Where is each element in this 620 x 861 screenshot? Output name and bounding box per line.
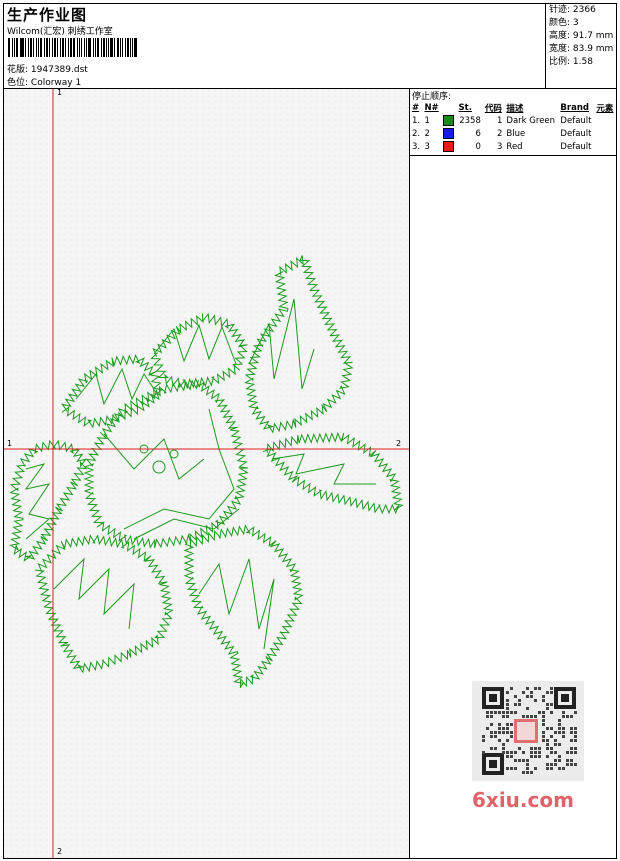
row-element xyxy=(594,127,616,140)
studio-subtitle: Wilcom(汇宏) 刺绣工作室 xyxy=(7,27,113,37)
mark-left: 1 xyxy=(7,439,13,448)
stat-colors: 颜色: 3 xyxy=(549,18,579,28)
colorway: 色位: Colorway 1 xyxy=(7,75,81,88)
table-row[interactable]: 2. 2 6 2 Blue Default xyxy=(410,127,616,140)
row-description: Dark Green xyxy=(506,115,556,126)
col-code: 代码 xyxy=(484,103,502,114)
row-code: 3 xyxy=(497,141,503,152)
color-swatch xyxy=(443,128,455,139)
table-row[interactable]: 1. 1 2358 1 Dark Green Default xyxy=(410,114,616,127)
design-name: 花版: 1947389.dst xyxy=(7,62,88,75)
col-brand: Brand xyxy=(560,102,589,113)
stats-divider xyxy=(545,3,546,89)
stat-stitches: 针迹: 2366 xyxy=(549,5,596,15)
row-swatch xyxy=(441,127,456,140)
stats-panel: 针迹: 2366 颜色: 3 高度: 91.7 mm 宽度: 83.9 mm 比… xyxy=(549,4,613,69)
table-row[interactable]: 3. 3 0 3 Red Default xyxy=(410,140,616,153)
mark-right: 2 xyxy=(396,439,402,448)
col-stitches: St. xyxy=(458,102,472,113)
watermark-logo: 6xiu.com xyxy=(472,788,574,812)
col-element: 元素 xyxy=(596,103,614,114)
row-index: 2. xyxy=(412,128,421,139)
colorway-value: Colorway 1 xyxy=(30,78,82,88)
stat-scale: 比例: 1.58 xyxy=(549,57,593,67)
row-code: 1 xyxy=(497,115,503,126)
row-stitches: 6 xyxy=(475,128,481,139)
barcode xyxy=(8,38,138,57)
color-swatch xyxy=(443,115,455,126)
row-brand: Default xyxy=(560,115,592,126)
row-brand: Default xyxy=(560,128,592,139)
row-brand: Default xyxy=(560,141,592,152)
page-title: 生产作业图 xyxy=(7,6,88,24)
colorway-label: 色位: xyxy=(7,78,29,88)
row-code: 2 xyxy=(497,128,503,139)
row-swatch xyxy=(441,140,456,153)
row-index: 3. xyxy=(412,141,421,152)
row-description: Blue xyxy=(506,128,526,139)
design-value: 1947389.dst xyxy=(30,65,88,75)
design-label: 花版: xyxy=(7,65,29,75)
row-needle: 1 xyxy=(424,115,430,126)
row-element xyxy=(594,140,616,153)
qr-code-icon xyxy=(472,681,584,781)
row-needle: 2 xyxy=(424,128,430,139)
table-header-row: # N# St. 代码 描述 Brand 元素 xyxy=(410,101,616,114)
mark-top: 1 xyxy=(57,88,63,97)
stat-width: 宽度: 83.9 mm xyxy=(549,44,614,54)
stat-height: 高度: 91.7 mm xyxy=(549,31,614,41)
row-stitches: 2358 xyxy=(459,115,481,126)
mark-bottom: 2 xyxy=(57,847,63,856)
row-needle: 3 xyxy=(424,141,430,152)
color-swatch xyxy=(443,141,455,152)
col-needle: N# xyxy=(424,102,439,113)
table-divider xyxy=(410,155,617,156)
embroidery-preview xyxy=(4,89,409,858)
row-index: 1. xyxy=(412,115,421,126)
col-index: # xyxy=(412,102,420,113)
row-element xyxy=(594,114,616,127)
row-swatch xyxy=(441,114,456,127)
col-swatch xyxy=(441,101,456,114)
row-stitches: 0 xyxy=(475,141,481,152)
stop-sequence-table: # N# St. 代码 描述 Brand 元素 1. 1 2358 1 Dark… xyxy=(410,101,616,153)
col-description: 描述 xyxy=(506,103,524,114)
row-description: Red xyxy=(506,141,523,152)
design-canvas[interactable]: 1 1 2 2 xyxy=(4,88,409,858)
